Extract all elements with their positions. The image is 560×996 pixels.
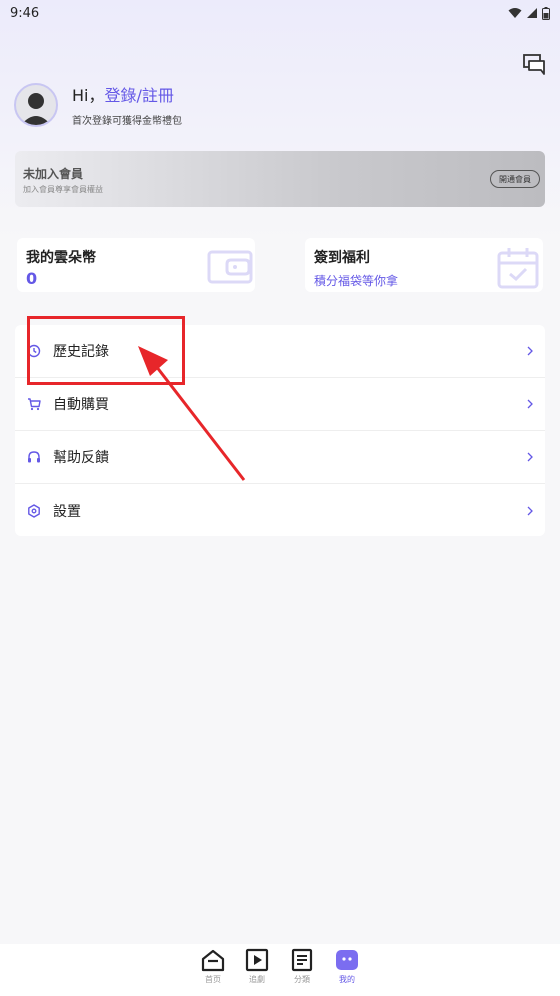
profile-section[interactable]: Hi，登錄/註冊 首次登錄可獲得金幣禮包	[14, 82, 182, 127]
tab-home[interactable]: 首页	[191, 948, 235, 985]
tab-label-mine: 我的	[339, 975, 355, 984]
login-reward-hint: 首次登錄可獲得金幣禮包	[72, 116, 182, 127]
avatar[interactable]	[14, 82, 58, 127]
tab-mine[interactable]: 我的	[325, 948, 369, 985]
menu-item-settings[interactable]: 設置	[15, 484, 545, 537]
tab-following[interactable]: 追劇	[235, 948, 279, 985]
status-bar: 9:46	[0, 0, 560, 26]
wifi-icon	[508, 8, 522, 18]
chevron-right-icon	[527, 399, 533, 409]
user-avatar-icon	[21, 92, 51, 125]
tab-label-following: 追劇	[249, 975, 265, 984]
home-icon	[201, 949, 225, 972]
menu-label-settings: 設置	[53, 503, 81, 520]
open-vip-button[interactable]: 開通會員	[490, 170, 540, 188]
vip-card[interactable]: 未加入會員 加入會員尊享會員權益 開通會員	[15, 151, 545, 207]
coins-value: 0	[26, 269, 38, 288]
menu-label-auto-buy: 自動購買	[53, 397, 109, 413]
status-time: 9:46	[10, 5, 40, 21]
tab-categories[interactable]: 分類	[280, 948, 324, 985]
checkin-card[interactable]: 簽到福利 積分福袋等你拿	[305, 238, 543, 292]
cart-icon	[27, 397, 41, 411]
headset-icon	[27, 450, 41, 464]
tab-label-categories: 分類	[294, 975, 310, 984]
hexagon-settings-icon	[27, 503, 41, 518]
signal-icon	[527, 8, 537, 18]
tab-label-home: 首页	[205, 975, 221, 984]
profile-face-icon	[336, 950, 358, 970]
chevron-right-icon	[527, 452, 533, 462]
bottom-tab-bar: 首页 追劇 分類 我的	[0, 944, 560, 996]
coins-title: 我的雲朵幣	[26, 250, 96, 266]
checkin-title: 簽到福利	[314, 250, 370, 266]
status-icons	[508, 6, 550, 20]
login-register-link[interactable]: 登錄/註冊	[104, 86, 173, 105]
checkin-subtitle: 積分福袋等你拿	[314, 274, 399, 288]
wallet-icon	[207, 250, 253, 284]
battery-icon	[542, 6, 550, 20]
chevron-right-icon	[527, 506, 533, 515]
menu-label-feedback: 幫助反饋	[53, 450, 109, 466]
menu-item-feedback[interactable]: 幫助反饋	[15, 431, 545, 484]
greeting-text: Hi，	[72, 86, 105, 105]
vip-subtitle: 加入會員尊享會員權益	[23, 185, 103, 194]
annotation-highlight-box	[27, 316, 185, 385]
message-icon[interactable]	[523, 54, 547, 76]
coins-card[interactable]: 我的雲朵幣 0	[17, 238, 255, 292]
vip-title: 未加入會員	[23, 167, 84, 181]
greeting-line: Hi，登錄/註冊	[72, 82, 182, 106]
menu-item-auto-buy[interactable]: 自動購買	[15, 378, 545, 431]
list-icon	[291, 948, 313, 972]
chevron-right-icon	[527, 346, 533, 356]
calendar-check-icon	[497, 248, 539, 289]
play-icon	[245, 948, 269, 972]
